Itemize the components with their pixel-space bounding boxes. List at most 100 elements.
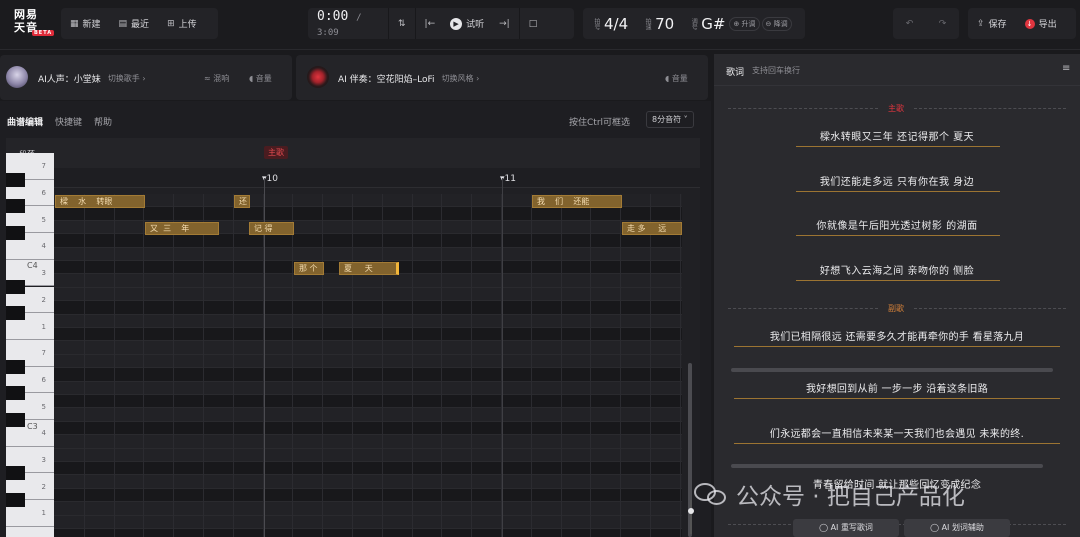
file-group: ▦ 新建 ▤ 最近 ⊞ 上传 [61, 8, 218, 39]
next-button[interactable]: →| [490, 8, 519, 39]
save-export-group: ⇪ 保存 ↓ 导出 [968, 8, 1076, 39]
grid-row [54, 328, 682, 342]
grid-beat-line [143, 194, 145, 537]
vocal-volume-button[interactable]: ◖ 音量 [249, 73, 272, 84]
piano-black-key[interactable] [6, 172, 25, 187]
note-grid[interactable] [54, 194, 682, 537]
key-up-button[interactable]: ⊕ 升调 [729, 16, 760, 31]
key-number-label: 7 [41, 162, 46, 171]
audition-button[interactable]: ▶ 试听 [444, 8, 490, 39]
singer-avatar[interactable] [6, 66, 28, 88]
key-number-label: 3 [41, 269, 46, 278]
loop-button[interactable]: ⇅ [389, 8, 415, 39]
lyric-line[interactable]: 你就像是午后阳光透过树影 的湖面 [714, 217, 1080, 232]
accomp-volume-button[interactable]: ◖ 音量 [665, 73, 688, 84]
lyric-line[interactable]: 我们还能走多远 只有你在我 身边 [714, 173, 1080, 188]
redo-icon[interactable]: ↷ [939, 19, 947, 29]
grid-row [54, 502, 682, 516]
collapse-panel-icon[interactable]: ≡ [1062, 63, 1070, 74]
accomp-volume-label: 音量 [671, 74, 688, 83]
recent-label: 最近 [131, 20, 150, 30]
lyrics-panel: 歌词 支持回车换行 ≡ 主歌 樑水转眼又三年 还记得那个 夏天 我们还能走多远 只… [714, 54, 1080, 537]
grid-beat-line [352, 194, 353, 537]
switch-style-label: 切换风格 [441, 74, 474, 83]
save-button[interactable]: ⇪ 保存 [968, 8, 1016, 39]
note-block[interactable]: 又 三 年 [145, 222, 219, 235]
skip-back-icon: |← [424, 18, 436, 29]
grid-row [54, 247, 682, 261]
recent-button[interactable]: ▤ 最近 [110, 8, 159, 39]
note-block[interactable]: 我 们 还能 [532, 195, 622, 208]
key-number-label: 3 [41, 456, 46, 465]
section-divider [728, 108, 878, 109]
key-down-button[interactable]: ⊖ 降调 [761, 16, 792, 31]
piano-black-key[interactable] [6, 413, 25, 427]
lyric-line[interactable]: 樑水转眼又三年 还记得那个 夏天 [714, 128, 1080, 143]
prev-button[interactable]: |← [416, 8, 445, 39]
note-block[interactable]: 走 多 远 [622, 222, 682, 235]
lyrics-section-verse: 主歌 [888, 104, 904, 113]
grid-beat-line [530, 194, 532, 537]
piano-keyboard[interactable]: 7 6 5 4 3 2 1 7 6 5 4 3 2 1 7 [6, 153, 54, 537]
key-number-label: 2 [41, 482, 46, 491]
piano-black-key[interactable] [6, 359, 25, 374]
note-block[interactable]: 还 [234, 195, 250, 208]
export-button[interactable]: ↓ 导出 [1016, 8, 1066, 39]
ai-assist-button[interactable]: ◯ AI 划词辅助 [904, 519, 1010, 537]
piano-roll[interactable]: 段落 主歌 ▾10 ▾11 7 6 5 4 3 2 1 7 6 5 4 3 2 1 7 C4 C3 樑 水 … [6, 138, 700, 537]
upload-label: 上传 [178, 20, 197, 30]
ai-rewrite-button[interactable]: ◯ AI 重写歌词 [793, 519, 899, 537]
export-label: 导出 [1038, 20, 1057, 30]
save-icon: ⇪ [977, 18, 985, 29]
grid-beat-line [590, 194, 592, 537]
piano-black-key[interactable] [6, 226, 25, 241]
tab-help[interactable]: 帮助 [94, 115, 112, 128]
save-label: 保存 [988, 20, 1007, 30]
piano-black-key[interactable] [6, 386, 25, 401]
beta-badge: BETA [32, 30, 55, 36]
grid-beat-line [620, 194, 622, 537]
piano-black-key[interactable] [6, 466, 25, 481]
c3-label: C3 [27, 422, 38, 431]
upload-button[interactable]: ⊞ 上传 [158, 8, 206, 39]
piano-black-key[interactable] [6, 493, 25, 508]
vocal-panel: AI人声：小堂妹 切换歌手 › ≈ 混响 ◖ 音量 [0, 55, 292, 100]
accompaniment-panel: AI 伴奏：空花阳焰–LoFi 切换风格 › ◖ 音量 [296, 55, 708, 100]
tab-score-editing[interactable]: 曲谱编辑 [7, 115, 43, 128]
grid-row [54, 301, 682, 315]
beat-value[interactable]: 4/4 [604, 15, 628, 33]
piano-white-key[interactable]: 7 [6, 526, 54, 537]
grid-beat-line [232, 194, 234, 537]
lyric-underline [734, 443, 1060, 444]
lyric-line-placeholder [731, 464, 1043, 468]
lyric-line[interactable]: 好想飞入云海之间 亲吻你的 侧脸 [714, 262, 1080, 277]
grid-row [54, 207, 682, 221]
note-block[interactable]: 那 个 [294, 262, 324, 275]
logo[interactable]: 网易天音 BETA [14, 8, 55, 42]
grid-beat-line [411, 194, 413, 537]
piano-black-key[interactable] [6, 306, 25, 321]
key-value[interactable]: G# [701, 15, 725, 33]
lyric-line[interactable]: 我好想回到从前 一步一步 沿着这条旧路 [714, 380, 1080, 395]
reverb-button[interactable]: ≈ 混响 [204, 73, 229, 84]
switch-singer-link[interactable]: 切换歌手 › [108, 73, 146, 84]
switch-style-link[interactable]: 切换风格 › [442, 73, 480, 84]
note-block[interactable]: 樑 水 转眼 [55, 195, 145, 208]
lyric-line[interactable]: 我们已相隔很远 还需要多久才能再牵你的手 看星落九月 [714, 328, 1080, 343]
tempo-value[interactable]: 70 [655, 15, 674, 33]
style-avatar[interactable] [307, 66, 329, 88]
piano-black-key[interactable] [6, 199, 25, 214]
stop-button[interactable]: □ [520, 8, 547, 39]
tab-shortcuts[interactable]: 快捷键 [55, 115, 82, 128]
key-number-label: 6 [41, 189, 46, 198]
new-button[interactable]: ▦ 新建 [61, 8, 110, 39]
piano-black-key[interactable] [6, 279, 25, 294]
grid-row [54, 234, 682, 248]
note-block-selected[interactable]: 夏 天 [339, 262, 399, 275]
undo-icon[interactable]: ↶ [906, 19, 914, 29]
note-length-select[interactable]: 8分音符 ˅ [646, 111, 694, 128]
lyric-line[interactable]: 们永远都会一直相信未来某一天我们也会遇见 未来的终. [714, 425, 1080, 440]
tempo-label: 拍速 [644, 17, 652, 30]
note-block[interactable]: 记 得 [249, 222, 294, 235]
section-tag-verse[interactable]: 主歌 [264, 146, 288, 159]
